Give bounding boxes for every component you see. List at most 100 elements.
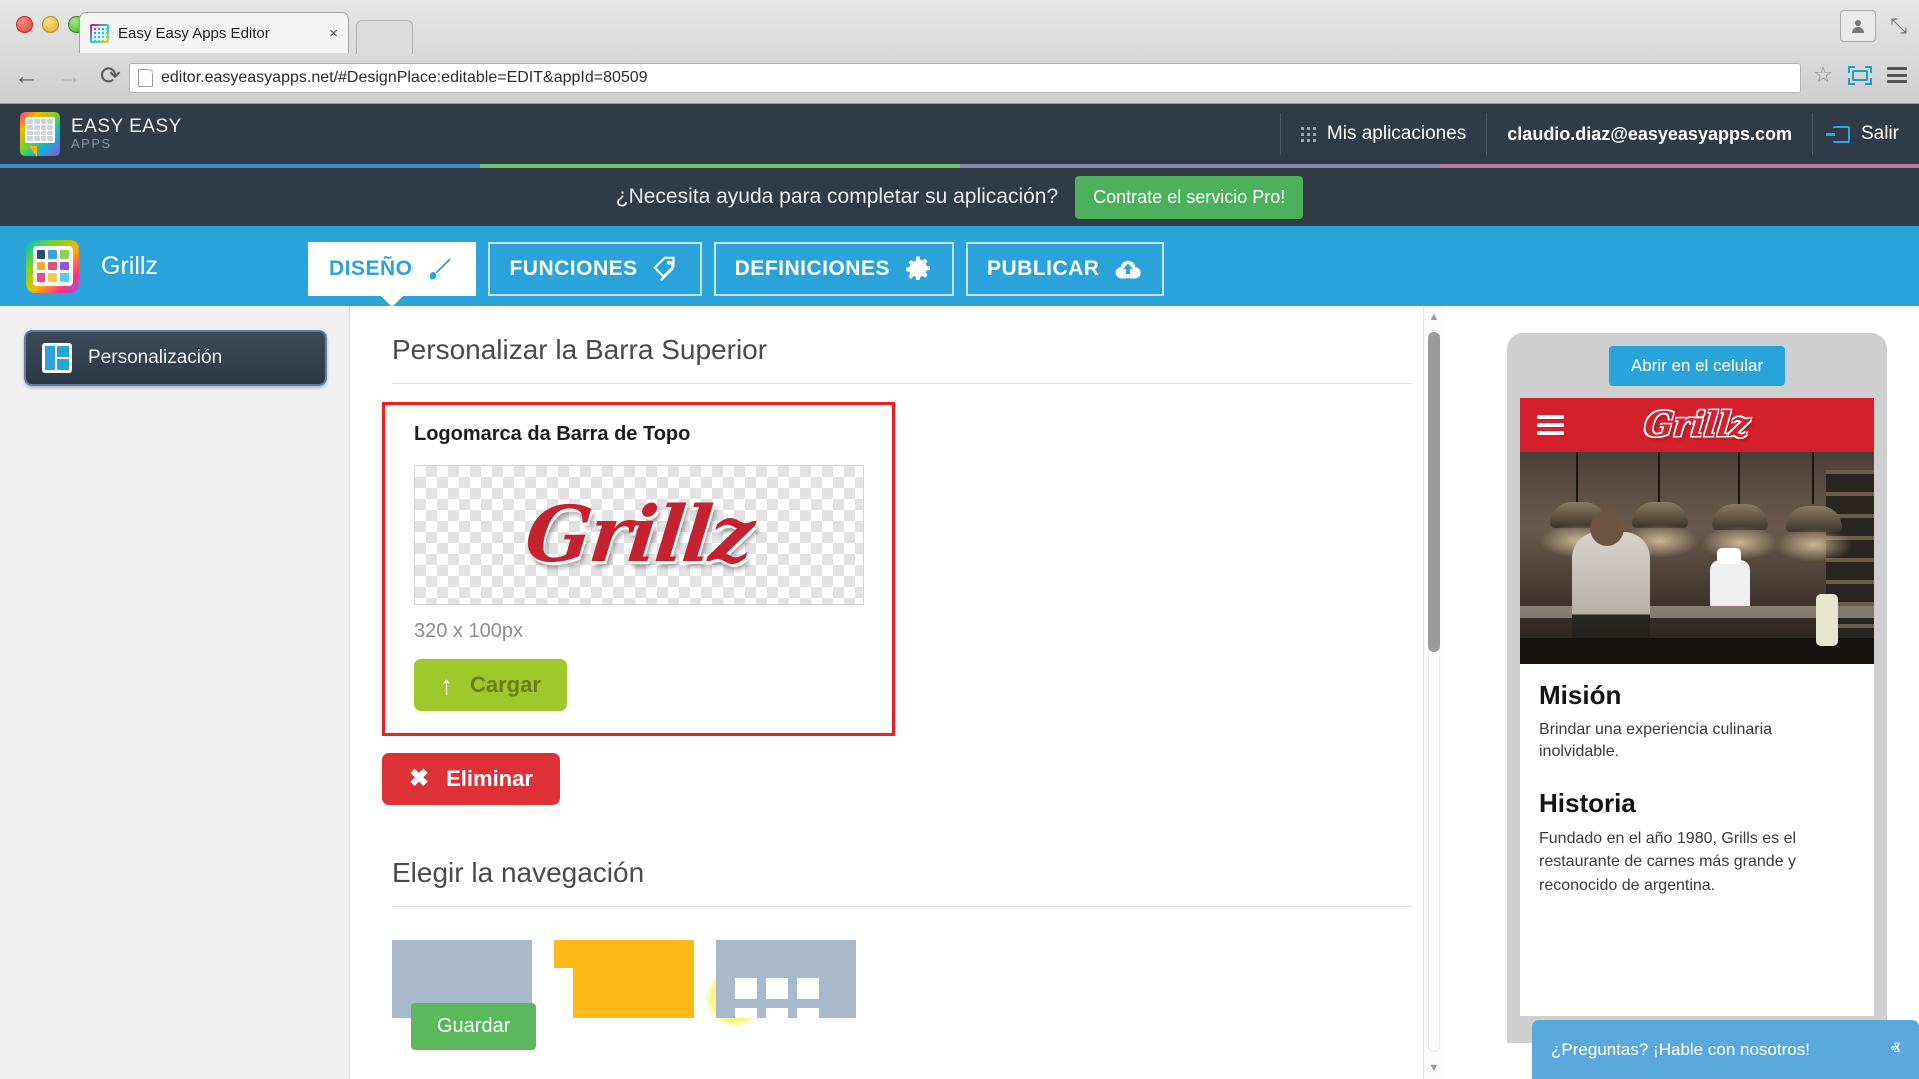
cast-icon[interactable] <box>1848 65 1872 85</box>
tab-diseno[interactable]: DISEÑO <box>307 242 477 296</box>
preview-app-logo: Grillz <box>1642 405 1752 445</box>
logo-dimensions-label: 320 x 100px <box>414 620 523 642</box>
window-controls[interactable] <box>16 16 85 33</box>
preview-heading-historia: Historia <box>1539 788 1636 819</box>
chat-widget[interactable]: ¿Preguntas? ¡Hable con nosotros! ⱏ <box>1532 1020 1919 1079</box>
preview-hero-image <box>1520 452 1874 664</box>
tags-icon <box>652 256 675 282</box>
chrome-titlebar-actions: ⤡ <box>1840 10 1907 42</box>
minimize-window-button[interactable] <box>42 16 59 33</box>
editor-tabs: DISEÑO FUNCIONES DEFINICIONES PUBLICAR <box>307 226 1164 306</box>
browser-chrome: Easy Easy Apps Editor × ⤡ ← → ⟳ editor.e… <box>0 0 1919 104</box>
delete-button-label: Eliminar <box>446 766 533 791</box>
hamburger-menu-icon[interactable] <box>1537 415 1564 435</box>
delete-button[interactable]: ✖ Eliminar <box>382 753 560 805</box>
navigation-section-title: Elegir la navegación <box>392 857 1412 907</box>
navigation-buttons: ← → ⟳ <box>14 64 121 89</box>
phone-frame: Abrir en el celular Grillz Misión Brinda… <box>1507 333 1887 1043</box>
app-root: Easy Easy Apps Editor × ⤡ ← → ⟳ editor.e… <box>0 0 1919 1079</box>
logo-card-label: Logomarca da Barra de Topo <box>414 423 691 445</box>
logo-upload-card: Logomarca da Barra de Topo Grillz 320 x … <box>382 402 895 736</box>
tab-funciones-label: FUNCIONES <box>509 257 638 280</box>
tab-publicar[interactable]: PUBLICAR <box>966 242 1164 296</box>
tab-funciones[interactable]: FUNCIONES <box>488 242 702 296</box>
upload-button[interactable]: ↑ Cargar <box>414 659 567 711</box>
preview-app-topbar: Grillz <box>1520 398 1874 452</box>
easyeasy-wordmark: EASY EASY APPS <box>71 117 182 152</box>
brush-icon <box>430 258 452 280</box>
main-content: Personalizar la Barra Superior Logomarca… <box>351 306 1443 1079</box>
close-window-button[interactable] <box>16 16 33 33</box>
tab-favicon-icon <box>90 23 109 43</box>
upload-arrow-icon: ↑ <box>440 670 453 700</box>
person-icon <box>1852 20 1865 33</box>
content-scrollbar[interactable]: ▲ ▼ <box>1423 306 1443 1079</box>
sidebar: Personalización <box>0 306 350 1079</box>
close-tab-icon[interactable]: × <box>329 25 338 42</box>
address-bar[interactable]: editor.easyeasyapps.net/#DesignPlace:edi… <box>129 63 1801 93</box>
grid-icon <box>1300 126 1316 142</box>
easyeasy-mark-icon <box>20 112 60 157</box>
tab-definiciones[interactable]: DEFINICIONES <box>713 242 954 296</box>
brand-line-2: APPS <box>71 135 112 151</box>
easyeasy-logo[interactable]: EASY EASY APPS <box>20 112 182 157</box>
header-actions: Mis aplicaciones claudio.diaz@easyeasyap… <box>1279 113 1919 155</box>
preview-text-mision: Brindar una experiencia culinaria inolvi… <box>1539 721 1773 760</box>
app-navigation-bar: Grillz DISEÑO FUNCIONES DEFINICIONES PUB… <box>0 226 1919 306</box>
chrome-menu-icon[interactable] <box>1887 67 1907 83</box>
logo-preview-area: Grillz <box>414 465 864 605</box>
new-tab-button[interactable] <box>356 20 413 54</box>
forward-icon[interactable]: → <box>57 64 82 89</box>
nav-option-side-drawer[interactable] <box>554 940 694 1018</box>
bookmark-star-icon[interactable]: ☆ <box>1813 64 1833 86</box>
reload-icon[interactable]: ⟳ <box>100 64 121 89</box>
sidebar-item-label: Personalización <box>88 347 223 368</box>
exit-icon <box>1825 125 1850 143</box>
chevron-up-icon[interactable]: ⱏ <box>1891 1039 1900 1061</box>
tab-title: Easy Easy Apps Editor <box>118 24 270 42</box>
back-icon[interactable]: ← <box>14 64 39 89</box>
tab-definiciones-label: DEFINICIONES <box>734 257 890 280</box>
app-title: Grillz <box>101 251 158 280</box>
navigation-options <box>392 940 1443 1018</box>
page-info-icon <box>138 69 153 87</box>
tab-diseno-label: DISEÑO <box>328 257 413 280</box>
brand-line-1: EASY EASY <box>71 115 182 137</box>
pro-service-banner: ¿Necesita ayuda para completar su aplica… <box>0 168 1919 226</box>
browser-toolbar: ← → ⟳ editor.easyeasyapps.net/#DesignPla… <box>0 52 1919 103</box>
scroll-up-arrow-icon[interactable]: ▲ <box>1424 306 1443 328</box>
open-on-mobile-button[interactable]: Abrir en el celular <box>1608 346 1786 386</box>
save-button[interactable]: Guardar <box>411 1003 537 1050</box>
scrollbar-thumb[interactable] <box>1428 332 1440 652</box>
logout-label: Salir <box>1860 123 1899 144</box>
upload-button-label: Cargar <box>470 672 541 697</box>
nav-option-grid[interactable] <box>716 940 856 1018</box>
tab-publicar-label: PUBLICAR <box>987 257 1100 280</box>
pro-banner-message: ¿Necesita ayuda para completar su aplica… <box>615 185 1059 208</box>
profile-button[interactable] <box>1840 10 1877 42</box>
toolbar-actions: ☆ <box>1813 64 1907 86</box>
app-icon <box>26 239 79 293</box>
site-header: EASY EASY APPS Mis aplicaciones claudio.… <box>0 104 1919 164</box>
my-apps-link[interactable]: Mis aplicaciones <box>1279 113 1486 155</box>
chat-widget-label: ¿Preguntas? ¡Hable con nosotros! <box>1551 1039 1810 1059</box>
device-preview-panel: Abrir en el celular Grillz Misión Brinda… <box>1444 306 1919 1079</box>
layout-icon <box>42 343 72 373</box>
my-apps-label: Mis aplicaciones <box>1326 123 1467 144</box>
preview-heading-mision: Misión <box>1539 680 1622 710</box>
fullscreen-icon[interactable]: ⤡ <box>1890 16 1907 37</box>
preview-content: Misión Brindar una experiencia culinaria… <box>1520 664 1874 897</box>
logo-image: Grillz <box>521 489 757 580</box>
logout-link[interactable]: Salir <box>1811 113 1919 155</box>
phone-screen: Grillz Misión Brindar una experiencia cu… <box>1520 398 1874 1016</box>
browser-titlebar: Easy Easy Apps Editor × ⤡ <box>0 0 1919 54</box>
scroll-down-arrow-icon[interactable]: ▼ <box>1424 1057 1443 1079</box>
browser-tab[interactable]: Easy Easy Apps Editor × <box>79 12 349 53</box>
page-title: Personalizar la Barra Superior <box>392 334 1412 384</box>
gear-icon <box>906 256 930 280</box>
url-text: editor.easyeasyapps.net/#DesignPlace:edi… <box>161 69 648 86</box>
sidebar-item-personalizacion[interactable]: Personalización <box>24 330 327 386</box>
close-icon: ✖ <box>409 765 430 792</box>
hire-pro-service-button[interactable]: Contrate el servicio Pro! <box>1075 175 1304 219</box>
account-email[interactable]: claudio.diaz@easyeasyapps.com <box>1486 113 1812 155</box>
